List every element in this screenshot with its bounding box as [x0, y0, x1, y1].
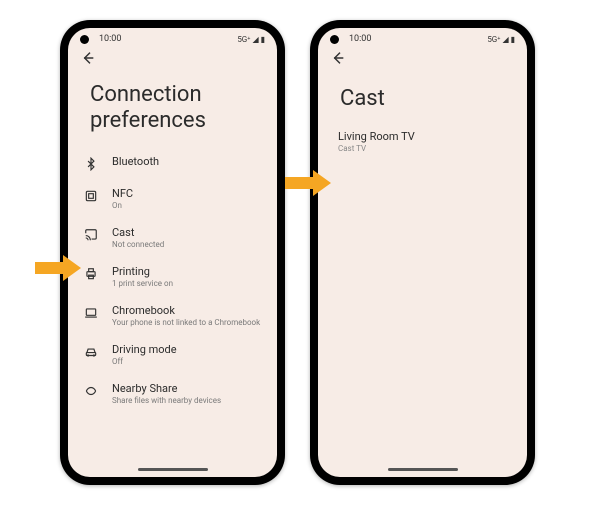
settings-list: Bluetooth NFC On [68, 147, 277, 413]
device-sub: Cast TV [338, 144, 507, 153]
screenshot-stage: 10:00 5G⁺ ◢ ▮ Connection preferences [0, 0, 600, 506]
cast-device-row[interactable]: Living Room TV Cast TV [318, 130, 527, 153]
nearby-share-icon [82, 382, 100, 398]
row-label: Chromebook [112, 304, 260, 317]
phone-frame-left: 10:00 5G⁺ ◢ ▮ Connection preferences [60, 20, 285, 485]
device-name: Living Room TV [338, 130, 507, 143]
row-driving-mode[interactable]: Driving mode Off [78, 335, 267, 374]
status-indicators: 5G⁺ ◢ ▮ [487, 35, 515, 44]
row-sub: Your phone is not linked to a Chromebook [112, 318, 260, 327]
row-label: Cast [112, 226, 164, 239]
row-label: Nearby Share [112, 382, 221, 395]
cast-icon [82, 226, 100, 242]
laptop-icon [82, 304, 100, 320]
phone-frame-right: 10:00 5G⁺ ◢ ▮ Cast Living Room TV Cast T… [310, 20, 535, 485]
back-arrow-icon[interactable] [80, 51, 96, 70]
row-bluetooth[interactable]: Bluetooth [78, 147, 267, 179]
back-arrow-icon[interactable] [330, 51, 346, 70]
row-sub: Share files with nearby devices [112, 396, 221, 405]
status-time: 10:00 [99, 34, 121, 44]
annotation-arrow-icon [285, 170, 331, 196]
row-cast[interactable]: Cast Not connected [78, 218, 267, 257]
gesture-nav-bar [138, 468, 208, 471]
page-title: Cast [318, 76, 527, 130]
bluetooth-icon [82, 155, 100, 171]
row-sub: On [112, 201, 133, 210]
car-icon [82, 343, 100, 359]
title-line1: Connection [90, 82, 255, 108]
row-sub: 1 print service on [112, 279, 173, 288]
row-sub: Not connected [112, 240, 164, 249]
row-sub: Off [112, 357, 177, 366]
title-line2: preferences [90, 108, 255, 134]
status-bar: 10:00 5G⁺ ◢ ▮ [68, 28, 277, 46]
row-nfc[interactable]: NFC On [78, 179, 267, 218]
status-time: 10:00 [349, 34, 371, 44]
status-bar: 10:00 5G⁺ ◢ ▮ [318, 28, 527, 46]
row-nearby-share[interactable]: Nearby Share Share files with nearby dev… [78, 374, 267, 413]
page-title: Connection preferences [68, 76, 277, 147]
gesture-nav-bar [388, 468, 458, 471]
row-label: Driving mode [112, 343, 177, 356]
nfc-icon [82, 187, 100, 203]
annotation-arrow-icon [35, 255, 81, 281]
row-chromebook[interactable]: Chromebook Your phone is not linked to a… [78, 296, 267, 335]
row-label: NFC [112, 187, 133, 200]
front-camera-dot [330, 35, 339, 44]
screen-right: 10:00 5G⁺ ◢ ▮ Cast Living Room TV Cast T… [318, 28, 527, 477]
row-label: Printing [112, 265, 173, 278]
row-printing[interactable]: Printing 1 print service on [78, 257, 267, 296]
status-indicators: 5G⁺ ◢ ▮ [237, 35, 265, 44]
printer-icon [82, 265, 100, 281]
row-label: Bluetooth [112, 155, 159, 168]
screen-left: 10:00 5G⁺ ◢ ▮ Connection preferences [68, 28, 277, 477]
front-camera-dot [80, 35, 89, 44]
